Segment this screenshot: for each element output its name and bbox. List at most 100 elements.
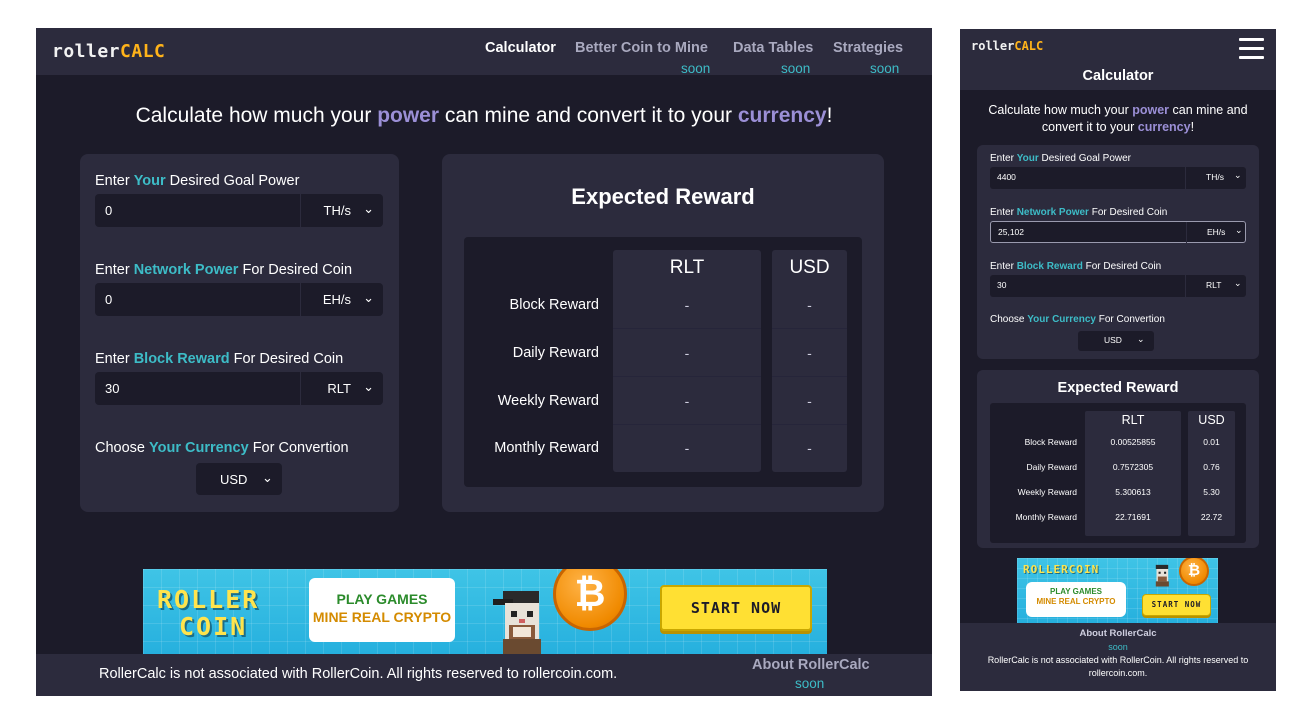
label-highlight: Block Reward <box>133 351 230 367</box>
label-text: Enter <box>95 173 134 189</box>
currency-select[interactable]: USD ⌄ <box>196 463 282 495</box>
ad-start-now-button[interactable]: START NOW <box>660 585 812 631</box>
ad-start-now-button[interactable]: START NOW <box>1142 594 1211 616</box>
page-headline: Calculate how much your power can mine a… <box>36 104 932 128</box>
ad-mine-crypto: MINE REAL CRYPTO <box>312 608 452 625</box>
row-label-daily: Daily Reward <box>512 345 599 361</box>
divider <box>300 372 301 405</box>
headline-power: power <box>1132 103 1170 117</box>
chevron-down-icon[interactable]: ⌄ <box>363 290 374 306</box>
label-text: Choose <box>990 314 1028 325</box>
column-header-rlt: RLT <box>1121 413 1145 427</box>
currency-label: Choose Your Currency For Convertion <box>95 440 349 456</box>
row-divider <box>772 424 847 425</box>
cell-monthly-rlt: - <box>684 440 690 456</box>
headline-power: power <box>377 104 440 127</box>
expected-reward-panel: Expected Reward RLT USD Block Reward 0.0… <box>977 370 1259 548</box>
column-header-rlt: RLT <box>669 257 705 278</box>
chevron-down-icon[interactable]: ⌄ <box>363 201 374 217</box>
currency-value[interactable]: USD <box>220 472 247 487</box>
power-unit-select[interactable]: TH/s <box>1206 172 1224 182</box>
nav-data-tables[interactable]: Data Tables <box>733 40 813 56</box>
cell-weekly-rlt: 5.300613 <box>1115 487 1151 497</box>
expected-reward-panel: Expected Reward RLT USD Block Reward - -… <box>442 154 884 512</box>
chevron-down-icon[interactable]: ⌄ <box>1235 225 1243 236</box>
chevron-down-icon[interactable]: ⌄ <box>1234 170 1242 181</box>
row-divider <box>772 328 847 329</box>
network-power-input[interactable]: 0 EH/s ⌄ <box>95 283 383 316</box>
logo[interactable]: rollerCALC <box>52 41 165 62</box>
hamburger-menu-icon[interactable] <box>1239 38 1264 59</box>
nav-calculator[interactable]: Calculator <box>485 40 556 56</box>
chevron-down-icon[interactable]: ⌄ <box>1137 334 1145 345</box>
chevron-down-icon[interactable]: ⌄ <box>363 379 374 395</box>
label-highlight: Your Currency <box>149 440 249 456</box>
calculator-form: Enter Your Desired Goal Power 4400 TH/s … <box>977 145 1259 359</box>
divider <box>1185 167 1186 189</box>
ad-play-games: PLAY GAMES <box>1049 587 1102 596</box>
network-value[interactable]: 25,102 <box>998 227 1024 237</box>
block-reward-value[interactable]: 30 <box>105 381 119 396</box>
nav-strategies[interactable]: Strategies <box>833 40 903 56</box>
row-label-block: Block Reward <box>1024 437 1077 447</box>
logo[interactable]: rollerCALC <box>971 39 1043 53</box>
nav-better-coin[interactable]: Better Coin to Mine <box>575 40 708 56</box>
chevron-down-icon[interactable]: ⌄ <box>262 470 273 486</box>
currency-value[interactable]: USD <box>1104 335 1122 345</box>
label-text: For Desired Coin <box>1088 207 1168 218</box>
network-unit-select[interactable]: EH/s <box>1207 227 1225 237</box>
logo-part1: roller <box>52 41 121 62</box>
power-input[interactable]: 0 TH/s ⌄ <box>95 194 383 227</box>
headline-currency: currency <box>1137 120 1191 134</box>
headline-text: ! <box>826 104 833 127</box>
power-value[interactable]: 4400 <box>997 172 1016 182</box>
footer-about-link[interactable]: About RollerCalc <box>960 628 1276 639</box>
row-divider <box>772 376 847 377</box>
hamster-mascot-icon <box>493 591 541 654</box>
label-text: Enter <box>990 207 1017 218</box>
divider <box>1185 275 1186 297</box>
nav-strategies-soon: soon <box>870 61 900 76</box>
logo-part2: CALC <box>1014 39 1044 53</box>
network-power-input[interactable]: 25,102 EH/s ⌄ <box>990 221 1246 244</box>
block-reward-input[interactable]: 30 RLT ⌄ <box>990 275 1246 297</box>
rollercoin-ad-banner[interactable]: ROLLERCOIN PLAY GAMES MINE REAL CRYPTO ₿… <box>1017 558 1218 623</box>
current-page-title: Calculator <box>1082 68 1154 84</box>
power-value[interactable]: 0 <box>105 203 112 218</box>
row-label-block: Block Reward <box>509 297 599 313</box>
footer-disclaimer: RollerCalc is not associated with Roller… <box>987 655 1249 678</box>
label-text: Enter <box>990 153 1017 164</box>
label-text: Enter <box>990 261 1017 272</box>
power-unit-select[interactable]: TH/s <box>324 203 351 218</box>
rollercoin-ad-banner[interactable]: ROLLERCOIN PLAY GAMES MINE REAL CRYPTO ₿… <box>143 569 827 654</box>
row-label-daily: Daily Reward <box>1026 462 1077 472</box>
cell-weekly-usd: - <box>807 393 812 409</box>
label-text: For Desired Coin <box>238 262 353 278</box>
network-value[interactable]: 0 <box>105 292 112 307</box>
divider <box>1186 222 1187 244</box>
block-reward-label: Enter Block Reward For Desired Coin <box>990 261 1161 272</box>
block-reward-value[interactable]: 30 <box>997 280 1006 290</box>
footer-about-link[interactable]: About RollerCalc <box>752 657 870 673</box>
label-text: Desired Goal Power <box>165 173 300 189</box>
chevron-down-icon[interactable]: ⌄ <box>1234 278 1242 289</box>
calculator-form: Enter Your Desired Goal Power 0 TH/s ⌄ E… <box>80 154 399 512</box>
footer-disclaimer: RollerCalc is not associated with Roller… <box>99 666 618 682</box>
power-label: Enter Your Desired Goal Power <box>95 173 299 189</box>
cell-monthly-rlt: 22.71691 <box>1115 512 1151 522</box>
row-divider <box>613 424 761 425</box>
menu-bar <box>1239 38 1264 41</box>
power-input[interactable]: 4400 TH/s ⌄ <box>990 167 1246 189</box>
label-text: Enter <box>95 351 134 367</box>
coin-select[interactable]: RLT <box>327 381 351 396</box>
block-reward-input[interactable]: 30 RLT ⌄ <box>95 372 383 405</box>
nav-data-tables-soon: soon <box>781 61 811 76</box>
network-unit-select[interactable]: EH/s <box>323 292 351 307</box>
coin-select[interactable]: RLT <box>1206 280 1221 290</box>
cell-weekly-usd: 5.30 <box>1203 487 1220 497</box>
headline-text: Calculate how much your <box>988 103 1133 117</box>
row-label-weekly: Weekly Reward <box>497 393 599 409</box>
row-label-monthly: Monthly Reward <box>1015 512 1077 522</box>
currency-select[interactable]: USD ⌄ <box>1078 331 1154 351</box>
cell-block-usd: 0.01 <box>1203 437 1220 447</box>
